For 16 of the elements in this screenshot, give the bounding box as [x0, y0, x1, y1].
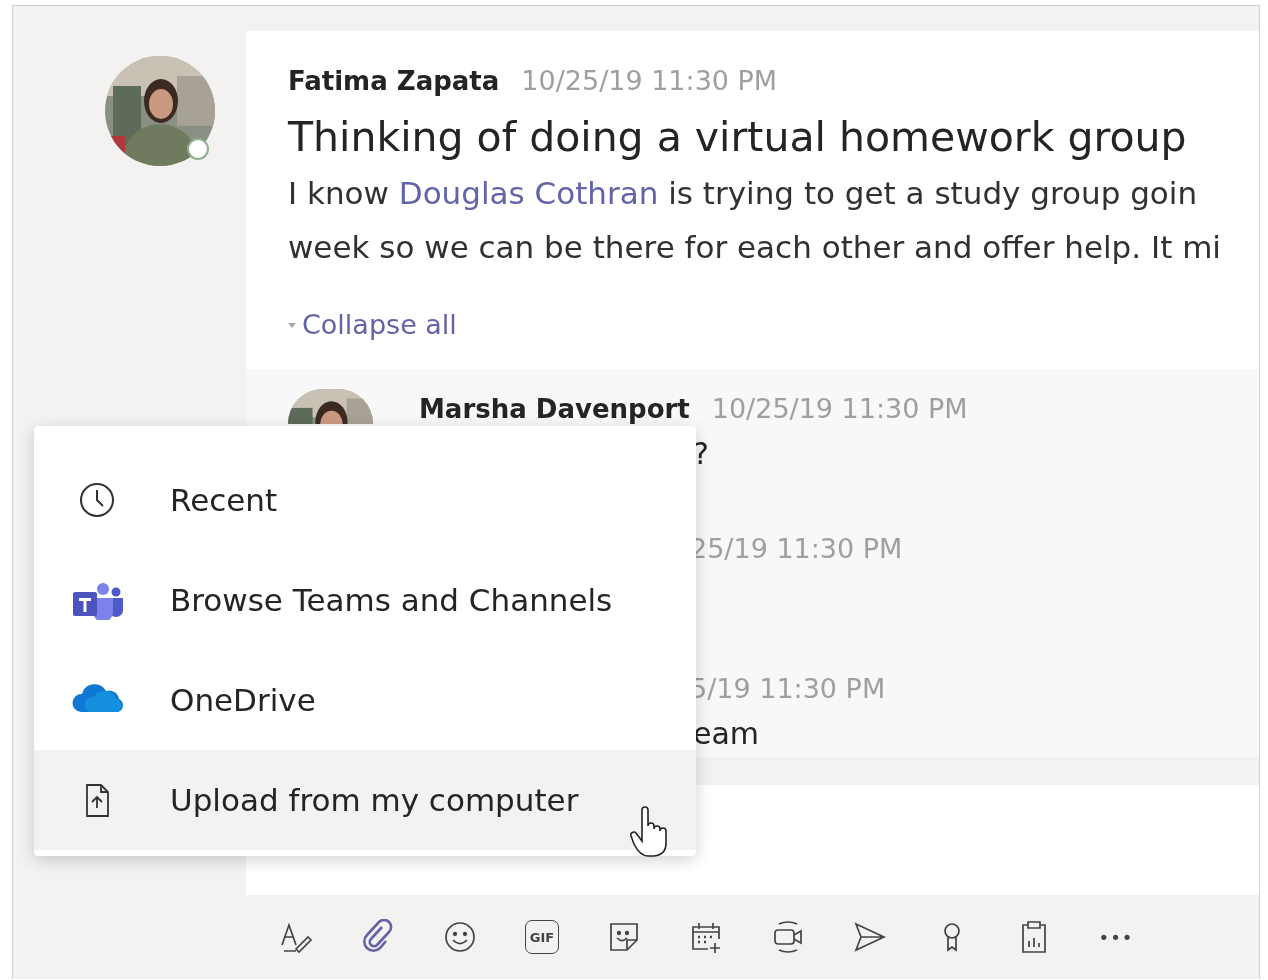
menu-item[interactable]: Upload from my computer	[34, 750, 696, 850]
timestamp: 10/25/19 11:30 PM	[711, 392, 968, 426]
timestamp: 10/25/19 11:30 PM	[521, 65, 778, 96]
more-options-button[interactable]: •••	[1094, 915, 1138, 959]
mention-link[interactable]: Douglas Cothran	[398, 175, 659, 211]
gif-button[interactable]: GIF	[525, 920, 559, 954]
post-title: Thinking of doing a virtual homework group	[288, 112, 1188, 163]
author-name: Marsha Davenport	[419, 393, 690, 426]
collapse-all-link[interactable]: Collapse all	[288, 299, 457, 351]
menu-item[interactable]: Recent	[34, 450, 696, 550]
post-text: I know Douglas Cothran is trying to get a study group goin	[288, 175, 1198, 211]
menu-item[interactable]: OneDrive	[34, 650, 696, 750]
post-text: week so we can be there for each other and offer help. It mi	[288, 228, 1222, 267]
author-name: Fatima Zapata	[288, 66, 500, 96]
clock-icon	[77, 480, 117, 520]
menu-item[interactable]: Browse Teams and Channels	[34, 550, 696, 650]
